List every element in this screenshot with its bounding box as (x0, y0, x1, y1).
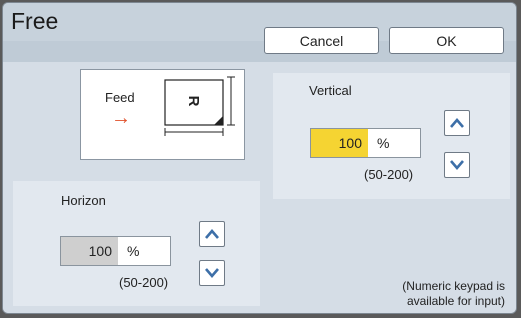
horizontal-panel: Horizon 100 % (50-200) (13, 181, 260, 306)
paper-orientation-icon: R (164, 76, 235, 136)
vertical-unit: % (377, 135, 390, 151)
horizontal-up-button[interactable] (199, 221, 225, 247)
vertical-up-button[interactable] (444, 110, 470, 136)
chevron-up-icon (205, 229, 219, 239)
horizontal-label: Horizon (61, 193, 106, 208)
horizontal-down-button[interactable] (199, 260, 225, 286)
horizontal-unit: % (127, 243, 140, 259)
chevron-down-icon (205, 268, 219, 278)
keypad-note: (Numeric keypad is available for input) (365, 279, 505, 309)
vertical-label: Vertical (309, 83, 352, 98)
vertical-input[interactable]: 100 % (310, 128, 421, 158)
vertical-panel: Vertical 100 % (50-200) (273, 73, 510, 199)
horizontal-range: (50-200) (119, 275, 169, 290)
vertical-down-button[interactable] (444, 152, 470, 178)
orientation-diagram: Feed → R (80, 69, 245, 160)
vertical-value: 100 (311, 129, 368, 157)
chevron-down-icon (450, 160, 464, 170)
horizontal-value: 100 (61, 237, 118, 265)
paper-letter: R (185, 96, 202, 107)
vertical-range: (50-200) (364, 167, 414, 182)
cancel-button[interactable]: Cancel (264, 27, 379, 54)
keypad-note-line2: available for input) (406, 294, 505, 308)
horizontal-input[interactable]: 100 % (60, 236, 171, 266)
chevron-up-icon (450, 118, 464, 128)
dialog-title: Free (11, 8, 59, 34)
keypad-note-line1: (Numeric keypad is (402, 279, 505, 293)
free-dialog: Free Cancel OK Vertical 100 % (50-200) H… (2, 2, 517, 314)
ok-button[interactable]: OK (389, 27, 504, 54)
